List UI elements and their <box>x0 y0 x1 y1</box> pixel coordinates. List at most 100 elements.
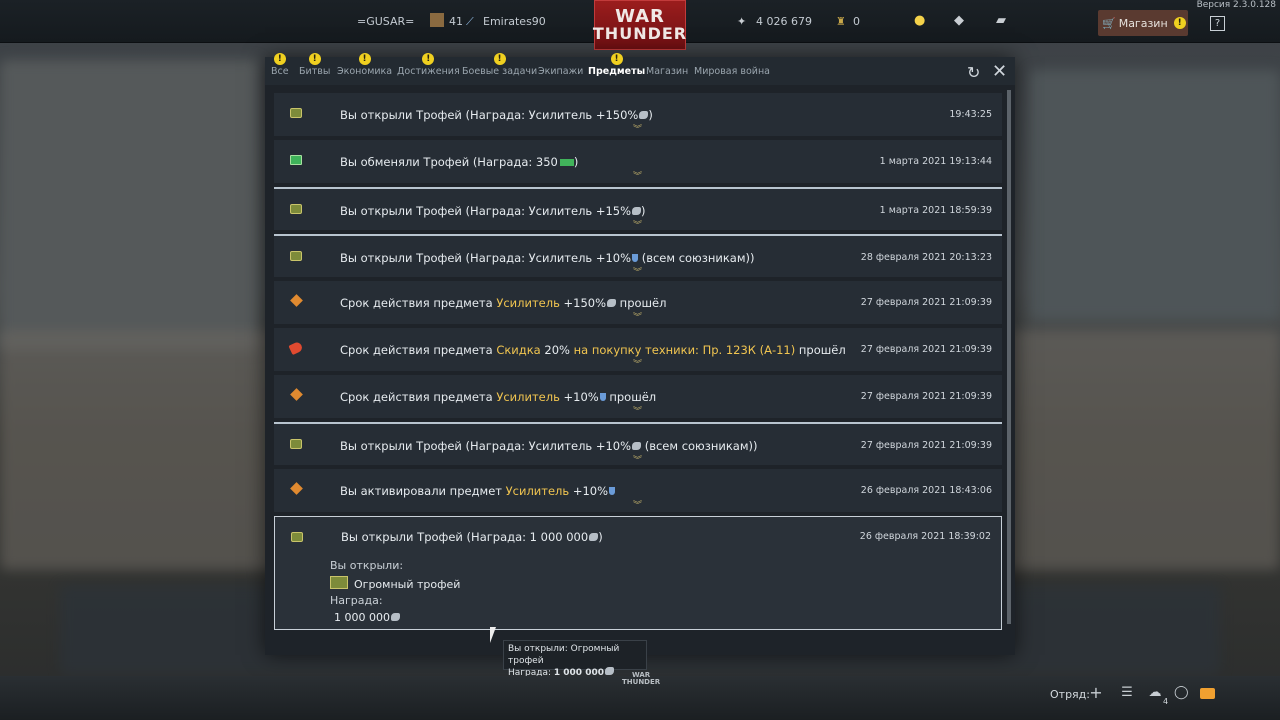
chest-icon <box>290 204 302 214</box>
chevron-down-icon[interactable]: ︾ <box>633 218 642 231</box>
notification-row[interactable]: Срок действия предмета Скидка 20% на пок… <box>274 328 1002 371</box>
tab-bar: Все! Битвы! Экономика! Достижения! Боевые за… <box>265 53 1015 85</box>
background-hangar <box>0 60 260 350</box>
refresh-icon[interactable]: ↻ <box>967 63 980 82</box>
timestamp: 28 февраля 2021 20:13:23 <box>860 252 992 263</box>
chest-icon <box>291 532 303 542</box>
notification-text: Вы открыли Трофей (Награда: Усилитель +1… <box>340 439 757 453</box>
notification-text: Вы открыли Трофей (Награда: 1 000 000) <box>341 530 603 544</box>
username[interactable]: Emirates90 <box>483 15 546 28</box>
notification-row[interactable]: Срок действия предмета Усилитель +10% пр… <box>274 375 1002 418</box>
tooltip-line1: Вы открыли: Огромный трофей <box>508 644 620 666</box>
tab-4[interactable]: Боевые задачи! <box>462 53 537 77</box>
notification-row[interactable]: Вы открыли Трофей (Награда: Усилитель +1… <box>274 422 1002 466</box>
money-icon <box>559 159 574 166</box>
add-squad-icon[interactable]: + <box>1089 685 1103 701</box>
chat-icon[interactable]: ◯ <box>1174 686 1189 699</box>
warning-icon: ! <box>610 53 623 65</box>
chevron-down-icon[interactable]: ︾ <box>633 453 642 466</box>
diamond-icon <box>290 294 303 307</box>
chest-icon <box>290 439 302 449</box>
list-icon[interactable]: ☰ <box>1120 686 1134 699</box>
tooltip: Вы открыли: Огромный трофей Награда: 1 0… <box>503 640 647 678</box>
lion-icon <box>589 533 599 541</box>
notification-row[interactable]: Вы активировали предмет Усилитель +10% 26… <box>274 469 1002 512</box>
text-part: 20% <box>540 343 574 357</box>
shop-label: Магазин <box>1118 16 1168 30</box>
tab-label: Битвы <box>299 66 331 77</box>
close-icon[interactable]: ✕ <box>992 61 1007 82</box>
cart-icon: 🛒 <box>1102 16 1116 30</box>
lion-icon <box>632 442 642 450</box>
notification-row[interactable]: Срок действия предмета Усилитель +150% п… <box>274 281 1002 324</box>
avatar[interactable] <box>430 13 444 27</box>
help-icon[interactable]: ? <box>1210 16 1225 31</box>
tab-2[interactable]: Экономика! <box>337 53 392 77</box>
chevron-down-icon[interactable]: ︾ <box>633 404 642 417</box>
tab-7[interactable]: Магазин <box>646 66 688 77</box>
notification-row[interactable]: Вы обменяли Трофей (Награда: 350) 1 марта… <box>274 140 1002 183</box>
tab-3[interactable]: Достижения! <box>397 53 460 77</box>
text-part: Вы открыли Трофей (Награда: Усилитель +1… <box>340 439 632 453</box>
rank-icon: ⟋ <box>466 15 474 28</box>
notification-row-expanded[interactable]: Вы открыли Трофей (Награда: 1 000 000) 26… <box>274 516 1002 630</box>
chest-icon <box>330 576 348 589</box>
item-name: Усилитель <box>505 484 570 498</box>
chevron-down-icon[interactable]: ︾ <box>633 265 642 278</box>
text-part: Вы открыли Трофей (Награда: Усилитель +1… <box>340 108 639 122</box>
chest-icon <box>290 108 302 118</box>
reward-value: 1 000 000 <box>334 611 400 624</box>
text-part: прошёл <box>795 343 846 357</box>
text-part: Вы активировали предмет <box>340 484 506 498</box>
timestamp: 27 февраля 2021 21:09:39 <box>860 440 992 451</box>
friends-icon[interactable]: ☁ <box>1148 686 1162 699</box>
tab-6[interactable]: Предметы! <box>588 53 645 77</box>
lion-icon <box>390 613 400 621</box>
shield-icon <box>609 487 616 495</box>
text-part: прошёл <box>605 390 657 404</box>
notification-row[interactable]: Вы открыли Трофей (Награда: Усилитель +1… <box>274 93 1002 136</box>
game-logo[interactable]: WAR THUNDER <box>593 0 686 50</box>
warning-icon: ! <box>273 53 286 65</box>
bottom-logo-line2: THUNDER <box>622 678 661 686</box>
player-level: 41 <box>449 15 463 28</box>
lightbulb-icon[interactable]: ● <box>914 13 925 28</box>
tab-1[interactable]: Битвы! <box>299 53 331 77</box>
text-part: (всем союзникам)) <box>638 251 755 265</box>
lion-icon <box>607 299 617 307</box>
diamond-icon <box>290 482 303 495</box>
tab-0[interactable]: Все! <box>271 53 289 77</box>
opened-item-name: Огромный трофей <box>354 578 461 591</box>
tab-5[interactable]: Экипажи <box>538 66 583 77</box>
timestamp: 19:43:25 <box>949 109 992 120</box>
text-part: ) <box>648 108 653 122</box>
money-icon <box>290 155 302 165</box>
chevron-down-icon[interactable]: ︾ <box>633 310 642 323</box>
timestamp: 26 февраля 2021 18:39:02 <box>859 531 991 542</box>
chevron-down-icon[interactable]: ︾ <box>633 122 642 135</box>
text-part: прошёл <box>616 296 667 310</box>
shop-button[interactable]: 🛒 Магазин ! <box>1098 10 1188 36</box>
text-part: Вы открыли Трофей (Награда: Усилитель +1… <box>340 251 632 265</box>
coupon-icon[interactable]: ▰ <box>996 13 1006 28</box>
notifications-panel: Все! Битвы! Экономика! Достижения! Боевые за… <box>265 53 1015 655</box>
opened-item: Огромный трофей <box>330 576 460 591</box>
shop-warning-icon: ! <box>1173 17 1186 29</box>
mouse-cursor <box>490 627 496 643</box>
chevron-down-icon[interactable]: ︾ <box>633 498 642 511</box>
items-icon[interactable]: ◆ <box>954 13 964 28</box>
notification-row[interactable]: Вы открыли Трофей (Награда: Усилитель +1… <box>274 234 1002 278</box>
tab-8[interactable]: Мировая война <box>694 66 770 77</box>
chevron-down-icon[interactable]: ︾ <box>633 169 642 182</box>
notification-text: Срок действия предмета Усилитель +150% п… <box>340 296 666 310</box>
scrollbar[interactable] <box>1007 90 1011 624</box>
text-part: Срок действия предмета <box>340 390 497 404</box>
item-name: Усилитель <box>496 296 560 310</box>
notification-row[interactable]: Вы открыли Трофей (Награда: Усилитель +1… <box>274 187 1002 231</box>
text-part: Вы обменяли Трофей (Награда: 350 <box>340 155 558 169</box>
silver-balance[interactable]: 4 026 679 <box>756 15 812 28</box>
text-part: Срок действия предмета <box>340 343 497 357</box>
mail-icon[interactable] <box>1200 688 1215 699</box>
golden-eagles-balance[interactable]: 0 <box>853 15 860 28</box>
chevron-down-icon[interactable]: ︾ <box>633 357 642 370</box>
